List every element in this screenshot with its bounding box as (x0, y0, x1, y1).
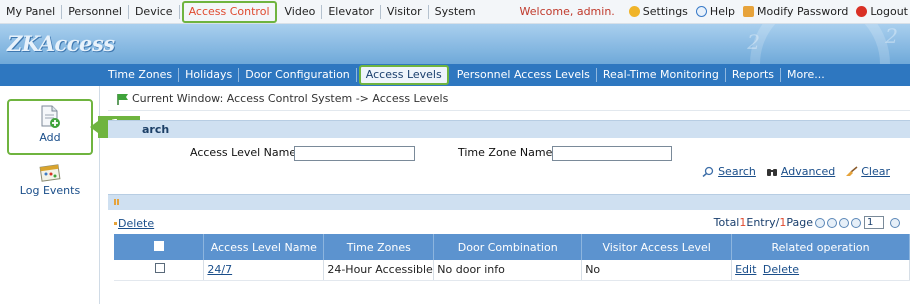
flag-icon (117, 93, 128, 105)
list-toolbar: Delete Total 1 Entry/ 1 Page 1 (108, 214, 910, 232)
calendar-icon (39, 164, 61, 182)
col-door-combination[interactable]: Door Combination (433, 234, 583, 260)
table-row: 24/7 24-Hour Accessible No door info No … (114, 260, 910, 281)
row-name-cell: 24/7 (203, 260, 325, 281)
broom-icon (846, 166, 858, 176)
tab-access-levels[interactable]: Access Levels (358, 65, 449, 85)
clock-decoration (750, 24, 890, 64)
search-label: Search (718, 165, 756, 178)
menu-elevator[interactable]: Elevator (322, 4, 381, 19)
col-visitor-access-level[interactable]: Visitor Access Level (581, 234, 733, 260)
breadcrumb-text: Current Window: Access Control System ->… (132, 92, 449, 105)
table-header-row: Access Level Name Time Zones Door Combin… (114, 234, 910, 260)
tab-bar: Time Zones Holidays Door Configuration A… (100, 64, 910, 86)
add-label: Add (39, 131, 61, 144)
welcome-text: Welcome, admin. (519, 5, 615, 18)
logout-icon (856, 6, 868, 17)
list-section-header (108, 194, 910, 210)
main-content: Current Window: Access Control System ->… (108, 86, 910, 304)
settings-icon (628, 6, 640, 17)
search-form: Access Level Name: Time Zone Name: (108, 142, 910, 166)
time-zone-name-label: Time Zone Name: (458, 146, 557, 159)
prev-page-icon[interactable] (827, 217, 837, 228)
top-menu-bar: My Panel Personnel Device Access Control… (0, 0, 910, 24)
menu-access-control[interactable]: Access Control (181, 0, 277, 23)
access-level-name-link[interactable]: 24/7 (207, 263, 232, 276)
help-label: Help (709, 5, 735, 18)
app-logo: ZKAccess (7, 31, 115, 56)
row-checkbox[interactable] (155, 263, 166, 274)
col-time-zones[interactable]: Time Zones (323, 234, 435, 260)
tab-holidays[interactable]: Holidays (179, 68, 240, 82)
menu-personnel[interactable]: Personnel (62, 4, 129, 19)
page-suffix: Page (786, 216, 813, 229)
first-page-icon[interactable] (815, 217, 825, 228)
help-icon (695, 6, 707, 17)
banner: 2 2 ZKAccess (0, 24, 910, 64)
settings-label: Settings (642, 5, 688, 18)
total-count: 1 (739, 216, 747, 229)
row-operations: Edit Delete (731, 260, 910, 281)
modify-password-label: Modify Password (757, 5, 849, 18)
advanced-label: Advanced (780, 165, 836, 178)
row-checkbox-cell (114, 260, 205, 281)
select-all-header (114, 234, 205, 260)
access-level-name-input[interactable] (294, 146, 415, 161)
search-button[interactable]: Search (702, 165, 756, 178)
total-mid: Entry/ (746, 216, 780, 229)
add-document-icon (41, 105, 60, 128)
last-page-icon[interactable] (851, 217, 861, 228)
logout-link[interactable]: Logout (856, 5, 908, 18)
magnifier-icon (702, 166, 714, 177)
log-events-button[interactable]: Log Events (7, 162, 93, 202)
next-page-icon[interactable] (839, 217, 849, 228)
tab-real-time-monitoring[interactable]: Real-Time Monitoring (597, 68, 726, 82)
time-zone-name-input[interactable] (552, 146, 672, 161)
delete-row-link[interactable]: Delete (763, 263, 799, 276)
row-door-combination: No door info (433, 260, 583, 281)
breadcrumb: Current Window: Access Control System ->… (116, 92, 448, 105)
col-access-level-name[interactable]: Access Level Name (203, 234, 325, 260)
menu-device[interactable]: Device (129, 4, 180, 19)
menu-system[interactable]: System (429, 5, 482, 19)
settings-link[interactable]: Settings (628, 5, 688, 18)
page-number-input[interactable]: 1 (864, 216, 884, 229)
advanced-button[interactable]: Advanced (766, 165, 835, 178)
tab-time-zones[interactable]: Time Zones (102, 68, 180, 82)
tab-door-configuration[interactable]: Door Configuration (239, 68, 357, 82)
menu-video[interactable]: Video (279, 4, 323, 19)
search-actions: Search Advanced Clear (692, 165, 890, 178)
tab-personnel-access-levels[interactable]: Personnel Access Levels (451, 68, 597, 82)
binoculars-icon (766, 169, 777, 176)
modify-password-link[interactable]: Modify Password (743, 5, 848, 18)
menu-my-panel[interactable]: My Panel (0, 4, 63, 19)
tabbar-spacer (0, 64, 100, 86)
col-related-operation[interactable]: Related operation (731, 234, 910, 260)
select-all-checkbox[interactable] (153, 241, 164, 251)
access-levels-table: Access Level Name Time Zones Door Combin… (114, 234, 910, 281)
edit-link[interactable]: Edit (735, 263, 756, 276)
help-link[interactable]: Help (695, 5, 735, 18)
page-count: 1 (779, 216, 787, 229)
access-level-name-label: Access Level Name: (190, 146, 300, 159)
total-prefix: Total (713, 216, 740, 229)
go-page-icon[interactable] (890, 217, 900, 228)
tab-more[interactable]: More... (781, 68, 831, 82)
clear-label: Clear (861, 165, 890, 178)
search-section-header: arch (108, 120, 910, 138)
logout-label: Logout (870, 5, 908, 18)
row-time-zone: 24-Hour Accessible (323, 260, 435, 281)
add-button[interactable]: Add (7, 99, 93, 155)
log-events-label: Log Events (19, 184, 81, 197)
clear-button[interactable]: Clear (845, 165, 890, 178)
password-icon (743, 6, 754, 17)
row-visitor-access-level: No (581, 260, 733, 281)
section-grip-icon (114, 199, 120, 205)
left-sidebar: Add Log Events (0, 86, 100, 304)
search-section-title: arch (142, 123, 170, 136)
delete-link[interactable]: Delete (118, 217, 154, 230)
menu-visitor[interactable]: Visitor (381, 4, 429, 19)
tab-reports[interactable]: Reports (726, 68, 782, 82)
pagination: Total 1 Entry/ 1 Page 1 (714, 216, 900, 229)
